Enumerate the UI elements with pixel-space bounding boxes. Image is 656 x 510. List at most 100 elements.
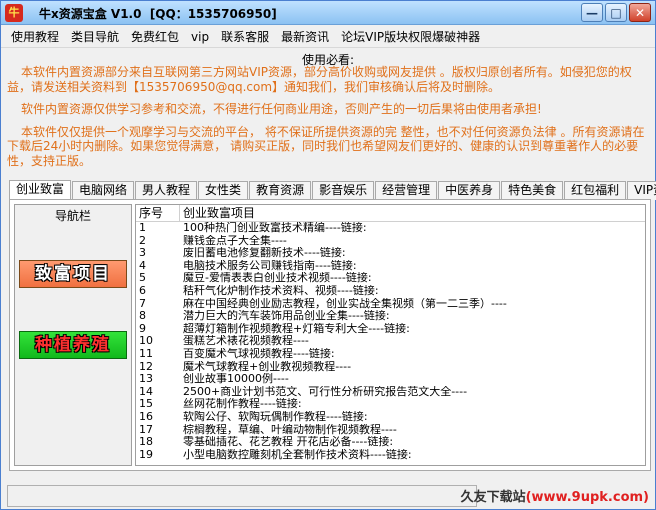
list-item[interactable]: 4 电脑技术服务公司赚钱指南----链接: <box>136 260 645 273</box>
list-item[interactable]: 16 软陶公仔、软陶玩偶制作教程----链接: <box>136 411 645 424</box>
tab-entertainment[interactable]: 影音娱乐 <box>312 181 375 200</box>
nav-panel: 导航栏 致富项目 种植养殖 <box>14 204 132 466</box>
list-item-title: 蛋糕艺术裱花视频教程---- <box>183 335 309 348</box>
list-item-number: 11 <box>139 347 153 360</box>
list-item-title: 电脑技术服务公司赚钱指南----链接: <box>183 259 357 272</box>
list-item-title: 100种热门创业致富技术精编----链接: <box>183 222 367 234</box>
list-item[interactable]: 2 赚钱金点子大全集---- <box>136 235 645 248</box>
status-bar: 久友下载站(www.9upk.com) <box>1 477 655 509</box>
category-tabs: 创业致富 电脑网络 男人教程 女性类 教育资源 影音娱乐 经营管理 中医养身 特… <box>9 180 656 200</box>
tab-redpacket[interactable]: 红包福利 <box>564 181 627 200</box>
list-item-number: 6 <box>139 284 146 297</box>
menu-tutorial[interactable]: 使用教程 <box>5 27 65 47</box>
list-item-title: 秸秆气化炉制作技术资料、视频----链接: <box>183 284 379 297</box>
wealth-projects-button[interactable]: 致富项目 <box>19 260 127 288</box>
menu-forum-vip-tool[interactable]: 论坛VIP版块权限爆破神器 <box>335 27 486 47</box>
list-item[interactable]: 11 百变魔术气球视频教程----链接: <box>136 348 645 361</box>
window-controls: — □ ✕ <box>581 3 651 22</box>
list-item-title: 魔豆-爱情表表白创业技术视频----链接: <box>183 272 372 285</box>
brand-domain: (www.9upk.com) <box>525 490 649 505</box>
notice-text: 本软件内置资源部分来自互联网第三方网站VIP资源，部分高价收购或网友提供 。版权… <box>7 65 647 175</box>
list-item-number: 12 <box>139 360 153 373</box>
list-item-number: 9 <box>139 322 146 335</box>
list-item-number: 14 <box>139 385 153 398</box>
list-item[interactable]: 6 秸秆气化炉制作技术资料、视频----链接: <box>136 285 645 298</box>
tab-vip-resources[interactable]: VIP资源 <box>627 181 656 200</box>
list-item-number: 5 <box>139 272 146 285</box>
list-item[interactable]: 3 废旧蓄电池修复翻新技术----链接: <box>136 247 645 260</box>
list-item[interactable]: 7 麻在中国经典创业励志教程，创业实战全集视频（第一二三季）---- <box>136 298 645 311</box>
list-item-number: 16 <box>139 410 153 423</box>
list-item-title: 创业故事10000例---- <box>183 373 289 386</box>
list-item-title: 棕榈教程，草编、叶编动物制作视频教程---- <box>183 423 397 436</box>
title-bar[interactable]: 牛 牛x资源宝盒 V1.0 [QQ：1535706950] — □ ✕ <box>1 1 655 25</box>
resource-list: 序号 创业致富项目 1 100种热门创业致富技术精编----链接: 2 赚钱金点子大全… <box>135 204 646 466</box>
notice-paragraph: 本软件仅仅提供一个观摩学习与交流的平台， 将不保证所提供资源的完 整性，也不对任… <box>7 124 645 168</box>
menu-bar: 使用教程 类目导航 免费红包 vip 联系客服 最新资讯 论坛VIP版块权限爆破… <box>1 26 655 48</box>
list-item-title: 零基础插花、花艺教程 开花店必备----链接: <box>183 436 394 449</box>
tab-business-management[interactable]: 经营管理 <box>375 181 438 200</box>
list-header: 序号 创业致富项目 <box>136 205 645 222</box>
menu-latest-news[interactable]: 最新资讯 <box>275 27 335 47</box>
list-item[interactable]: 1 100种热门创业致富技术精编----链接: <box>136 222 645 235</box>
list-item-number: 18 <box>139 436 153 449</box>
list-item[interactable]: 17 棕榈教程，草编、叶编动物制作视频教程---- <box>136 424 645 437</box>
menu-free-redpacket[interactable]: 免费红包 <box>125 27 185 47</box>
column-header-number[interactable]: 序号 <box>136 205 180 221</box>
list-item[interactable]: 14 2500+商业计划书范文、可行性分析研究报告范文大全---- <box>136 386 645 399</box>
list-item-title: 小型电脑数控雕刻机全套制作技术资料----链接: <box>183 448 412 461</box>
list-item-number: 15 <box>139 398 153 411</box>
notice-paragraph: 本软件内置资源部分来自互联网第三方网站VIP资源，部分高价收购或网友提供 。版权… <box>7 65 632 94</box>
list-item-number: 3 <box>139 247 146 260</box>
list-item[interactable]: 13 创业故事10000例---- <box>136 373 645 386</box>
list-item[interactable]: 10 蛋糕艺术裱花视频教程---- <box>136 335 645 348</box>
nav-title: 导航栏 <box>54 209 91 223</box>
app-window: 牛 牛x资源宝盒 V1.0 [QQ：1535706950] — □ ✕ 使用教程… <box>0 0 656 510</box>
list-item-number: 19 <box>139 448 153 461</box>
list-item-title: 百变魔术气球视频教程----链接: <box>183 347 335 360</box>
notice-paragraph: 软件内置资源仅供学习参考和交流，不得进行任何商业用途，否则产生的一切后果将由使用… <box>21 102 542 116</box>
list-body: 1 100种热门创业致富技术精编----链接: 2 赚钱金点子大全集---- 3 废旧蓄电… <box>136 222 645 461</box>
maximize-button[interactable]: □ <box>605 3 627 22</box>
list-item-number: 13 <box>139 373 153 386</box>
list-item-number: 17 <box>139 423 153 436</box>
list-item-number: 7 <box>139 297 146 310</box>
close-button[interactable]: ✕ <box>629 3 651 22</box>
tab-tcm-health[interactable]: 中医养身 <box>438 181 501 200</box>
planting-breeding-button[interactable]: 种植养殖 <box>19 331 127 359</box>
list-item-title: 赚钱金点子大全集---- <box>183 234 287 247</box>
tab-panel: 导航栏 致富项目 种植养殖 序号 创业致富项目 1 100种热门创业致富技术精编-… <box>9 199 651 471</box>
watermark-brand: 久友下载站(www.9upk.com) <box>461 486 649 505</box>
menu-category-nav[interactable]: 类目导航 <box>65 27 125 47</box>
brand-name: 久友下载站 <box>460 490 526 505</box>
minimize-button[interactable]: — <box>581 3 603 22</box>
app-icon: 牛 <box>5 4 23 22</box>
list-item[interactable]: 5 魔豆-爱情表表白创业技术视频----链接: <box>136 272 645 285</box>
list-item-title: 丝网花制作教程----链接: <box>183 398 302 411</box>
column-header-title[interactable]: 创业致富项目 <box>180 205 255 221</box>
list-item-title: 魔术气球教程+创业教视频教程---- <box>183 360 352 373</box>
list-item-title: 麻在中国经典创业励志教程，创业实战全集视频（第一二三季）---- <box>183 297 507 310</box>
list-item-number: 8 <box>139 310 146 323</box>
menu-vip[interactable]: vip <box>185 27 215 47</box>
list-item-title: 2500+商业计划书范文、可行性分析研究报告范文大全---- <box>183 385 468 398</box>
list-item[interactable]: 15 丝网花制作教程----链接: <box>136 398 645 411</box>
menu-contact-service[interactable]: 联系客服 <box>215 27 275 47</box>
tab-food[interactable]: 特色美食 <box>501 181 564 200</box>
list-item[interactable]: 19 小型电脑数控雕刻机全套制作技术资料----链接: <box>136 449 645 462</box>
tab-men-tutorials[interactable]: 男人教程 <box>135 181 198 200</box>
tab-education[interactable]: 教育资源 <box>249 181 312 200</box>
tab-women[interactable]: 女性类 <box>198 181 249 200</box>
list-item[interactable]: 18 零基础插花、花艺教程 开花店必备----链接: <box>136 436 645 449</box>
list-item[interactable]: 9 超薄灯箱制作视频教程+灯箱专利大全----链接: <box>136 323 645 336</box>
list-item-title: 潜力巨大的汽车装饰用品创业全集----链接: <box>183 310 390 323</box>
list-item[interactable]: 12 魔术气球教程+创业教视频教程---- <box>136 361 645 374</box>
window-title: 牛x资源宝盒 V1.0 [QQ：1535706950] <box>39 7 277 21</box>
list-item-number: 4 <box>139 259 146 272</box>
list-item-title: 超薄灯箱制作视频教程+灯箱专利大全----链接: <box>183 322 410 335</box>
tab-startup-wealth[interactable]: 创业致富 <box>9 180 72 200</box>
list-item-number: 1 <box>139 222 146 234</box>
tab-computer-network[interactable]: 电脑网络 <box>72 181 135 200</box>
list-item[interactable]: 8 潜力巨大的汽车装饰用品创业全集----链接: <box>136 310 645 323</box>
list-item-number: 2 <box>139 234 146 247</box>
